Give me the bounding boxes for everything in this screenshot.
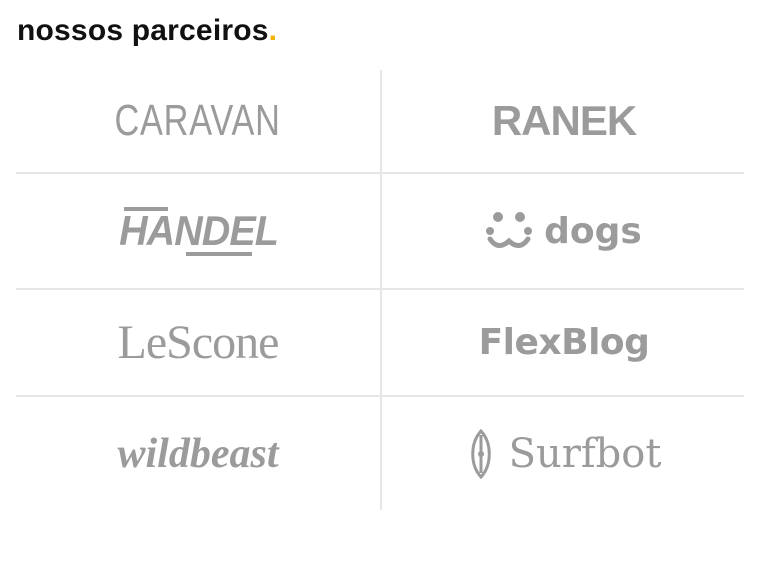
partner-logo-lescone: LeScone <box>16 290 380 395</box>
surfboard-icon <box>470 428 491 479</box>
title-accent-dot: . <box>268 14 278 47</box>
partner-name: CARAVAN <box>114 96 282 145</box>
partner-name: wildbeast <box>117 430 279 477</box>
partner-name: RANEK <box>491 97 637 144</box>
partner-name: dogs <box>544 210 642 252</box>
handel-wordmark: HANDEL <box>114 207 283 256</box>
partner-name: FlexBlog <box>478 322 650 363</box>
dogs-wordmark: dogs <box>486 211 642 252</box>
partner-logo-surfbot: Surfbot <box>382 397 746 510</box>
partner-logo-handel: HANDEL <box>16 174 380 288</box>
partner-logo-wildbeast: wildbeast <box>16 397 380 510</box>
partner-logo-flexblog: FlexBlog <box>382 290 746 395</box>
partner-logo-dogs: dogs <box>382 174 746 288</box>
partners-grid: CARAVAN RANEK HANDEL dogs LeScone FlexBl… <box>16 70 744 510</box>
dog-face-icon <box>486 212 533 248</box>
handel-bar-bottom <box>185 252 252 256</box>
partner-name: HANDEL <box>118 207 279 254</box>
section-title: nossos parceiros. <box>17 14 277 48</box>
partner-logo-ranek: RANEK <box>382 70 746 172</box>
partner-logo-caravan: CARAVAN <box>16 70 380 172</box>
partner-name: LeScone <box>117 316 280 369</box>
surfbot-wordmark: Surfbot <box>467 428 662 479</box>
section-title-text: nossos parceiros <box>17 14 269 47</box>
partner-name: Surfbot <box>508 430 662 477</box>
